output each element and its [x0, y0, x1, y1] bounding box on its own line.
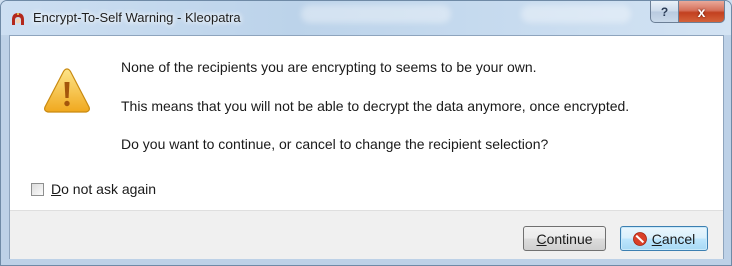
- dialog-window: Encrypt-To-Self Warning - Kleopatra ? x: [0, 0, 732, 266]
- mnemonic-letter: D: [51, 181, 62, 197]
- window-title: Encrypt-To-Self Warning - Kleopatra: [33, 10, 241, 25]
- message-area: None of the recipients you are encryptin…: [10, 36, 723, 210]
- help-icon: ?: [660, 4, 669, 19]
- mnemonic-letter: C: [651, 230, 662, 247]
- background-blur: [301, 5, 451, 23]
- button-label: ontinue: [546, 230, 593, 247]
- warning-icon: [44, 68, 90, 113]
- close-button[interactable]: x: [679, 1, 725, 23]
- title-bar[interactable]: Encrypt-To-Self Warning - Kleopatra ? x: [1, 1, 731, 35]
- help-button[interactable]: ?: [650, 1, 679, 23]
- message-line-3: Do you want to continue, or cancel to ch…: [121, 136, 549, 152]
- do-not-ask-again-option[interactable]: Do not ask again: [31, 181, 156, 197]
- cancel-icon: [632, 231, 647, 246]
- cancel-button[interactable]: Cancel: [620, 226, 708, 251]
- button-bar: Continue Cancel: [10, 210, 723, 259]
- message-line-2: This means that you will not be able to …: [121, 98, 630, 114]
- caption-buttons: ? x: [650, 1, 725, 23]
- mnemonic-letter: C: [536, 230, 547, 247]
- background-blur: [521, 5, 631, 23]
- do-not-ask-again-checkbox[interactable]: [31, 182, 44, 196]
- close-icon: x: [697, 3, 706, 20]
- dialog-client-area: None of the recipients you are encryptin…: [9, 35, 724, 259]
- kleopatra-icon: [12, 13, 24, 25]
- label-text: o not ask again: [61, 181, 157, 197]
- message-line-1: None of the recipients you are encryptin…: [121, 59, 537, 75]
- do-not-ask-again-label[interactable]: Do not ask again: [51, 181, 156, 197]
- button-label: ancel: [661, 230, 696, 247]
- continue-button[interactable]: Continue: [523, 226, 606, 251]
